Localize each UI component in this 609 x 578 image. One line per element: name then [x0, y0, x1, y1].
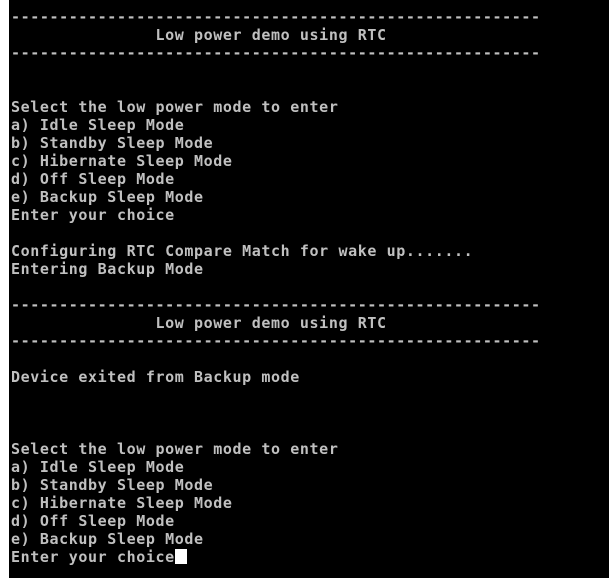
choice-prompt: Enter your choice — [11, 206, 175, 224]
rtc-config-message: Configuring RTC Compare Match for wake u… — [11, 242, 474, 260]
console-window[interactable]: ----------------------------------------… — [9, 0, 609, 578]
mode-option-idle: a) Idle Sleep Mode — [11, 458, 185, 476]
text-cursor — [174, 549, 187, 564]
demo-title: Low power demo using RTC — [11, 26, 387, 44]
mode-option-idle: a) Idle Sleep Mode — [11, 116, 185, 134]
device-exited-message: Device exited from Backup mode — [11, 368, 300, 386]
mode-option-backup: e) Backup Sleep Mode — [11, 530, 204, 548]
mode-option-hibernate: c) Hibernate Sleep Mode — [11, 152, 233, 170]
separator-line: ----------------------------------------… — [11, 8, 541, 26]
separator-line: ----------------------------------------… — [11, 332, 541, 350]
entering-backup-message: Entering Backup Mode — [11, 260, 204, 278]
mode-option-standby: b) Standby Sleep Mode — [11, 476, 214, 494]
mode-prompt: Select the low power mode to enter — [11, 440, 339, 458]
mode-option-off: d) Off Sleep Mode — [11, 512, 175, 530]
mode-prompt: Select the low power mode to enter — [11, 98, 339, 116]
demo-title: Low power demo using RTC — [11, 314, 387, 332]
separator-line: ----------------------------------------… — [11, 44, 541, 62]
choice-prompt-line[interactable]: Enter your choice — [11, 548, 541, 566]
choice-prompt: Enter your choice — [11, 548, 175, 566]
terminal-output: ----------------------------------------… — [11, 8, 541, 566]
mode-option-hibernate: c) Hibernate Sleep Mode — [11, 494, 233, 512]
mode-option-standby: b) Standby Sleep Mode — [11, 134, 214, 152]
mode-option-off: d) Off Sleep Mode — [11, 170, 175, 188]
mode-option-backup: e) Backup Sleep Mode — [11, 188, 204, 206]
separator-line: ----------------------------------------… — [11, 296, 541, 314]
